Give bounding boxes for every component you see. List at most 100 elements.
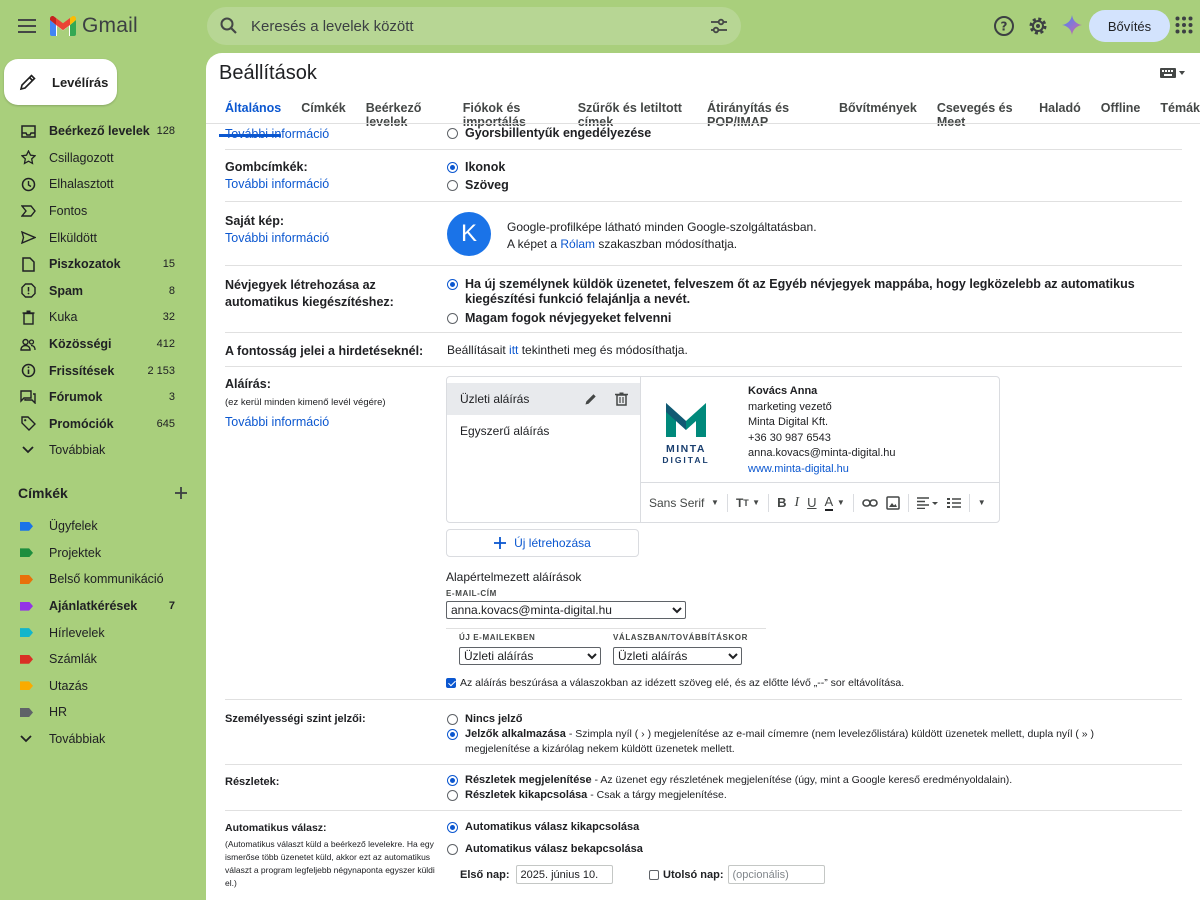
search-input[interactable] — [251, 16, 671, 36]
label-item[interactable]: Ajánlatkérések 7 — [0, 593, 200, 620]
gmail-logo[interactable]: Gmail — [50, 14, 138, 38]
sidebar-item[interactable]: Piszkozatok 15 — [0, 251, 200, 278]
insert-image-icon[interactable] — [885, 495, 900, 510]
reply-signature-select[interactable]: Üzleti aláírás — [613, 647, 742, 665]
sidebar-item[interactable]: Frissítések 2 153 — [0, 357, 200, 384]
radio[interactable] — [447, 180, 458, 191]
more-info-link[interactable]: További információ — [225, 414, 435, 431]
sidebar-item[interactable]: Elhalasztott — [0, 171, 200, 198]
radio[interactable] — [447, 313, 458, 324]
default-email-select[interactable]: anna.kovacs@minta-digital.hu — [446, 601, 686, 619]
radio[interactable] — [447, 714, 458, 725]
search-bar[interactable] — [207, 7, 741, 45]
picture-description: Google-profilképe látható minden Google-… — [507, 220, 817, 251]
avatar[interactable]: K — [447, 212, 491, 256]
sidebar-item-label: Beérkező levelek — [49, 124, 150, 139]
button-labels-label: Gombcímkék: További információ — [225, 160, 330, 191]
first-day-input[interactable] — [515, 865, 613, 884]
sidebar-item[interactable]: Kuka 32 — [0, 304, 200, 331]
vacation-on-option[interactable]: Automatikus válasz bekapcsolása — [447, 842, 643, 857]
gear-icon[interactable] — [1026, 14, 1050, 38]
text-option[interactable]: Szöveg — [447, 178, 509, 193]
checkbox-checked[interactable] — [446, 678, 456, 688]
delete-trash-icon[interactable] — [615, 392, 628, 406]
radio-selected[interactable] — [447, 729, 458, 740]
radio-selected[interactable] — [447, 822, 458, 833]
sidebar-item[interactable]: Elküldött — [0, 224, 200, 251]
unread-count: 412 — [156, 338, 175, 351]
no-indicators-option[interactable]: Nincs jelző — [447, 712, 522, 727]
radio[interactable] — [447, 844, 458, 855]
create-new-signature-button[interactable]: Új létrehozása — [446, 529, 639, 557]
signature-item-business[interactable]: Üzleti aláírás — [447, 383, 640, 415]
auto-add-contacts-option[interactable]: Ha új személynek küldök üzenetet, felves… — [447, 277, 1167, 307]
radio-selected[interactable] — [447, 162, 458, 173]
about-me-link[interactable]: Rólam — [560, 237, 595, 251]
insert-before-quote-option[interactable]: Az aláírás beszúrása a válaszokban az id… — [446, 677, 904, 689]
label-item[interactable]: Hírlevelek — [0, 619, 200, 646]
numbered-list-icon[interactable] — [946, 497, 961, 509]
sidebar-item[interactable]: Spam 8 — [0, 278, 200, 305]
show-indicators-option[interactable]: Jelzők alkalmazása - Szimpla nyíl ( › ) … — [447, 727, 1157, 757]
more-formatting-icon[interactable]: ▼ — [978, 498, 986, 507]
sidebar-item[interactable]: Közösségi 412 — [0, 331, 200, 358]
sidebar-item[interactable]: Fontos — [0, 198, 200, 225]
italic-icon[interactable]: I — [794, 495, 799, 511]
sidebar-item[interactable]: Fórumok 3 — [0, 384, 200, 411]
label-item[interactable]: Belső kommunikáció — [0, 566, 200, 593]
label-item[interactable]: Projektek — [0, 540, 200, 567]
sidebar-item[interactable]: Promóciók 645 — [0, 411, 200, 438]
signature-item-simple[interactable]: Egyszerű aláírás — [447, 415, 640, 447]
font-family-select[interactable]: Sans Serif ▼ — [649, 496, 719, 510]
radio[interactable] — [447, 128, 458, 139]
plus-icon[interactable] — [174, 486, 188, 500]
font-size-icon[interactable]: TT ▼ — [736, 496, 760, 510]
importance-here-link[interactable]: itt — [509, 343, 518, 357]
main-menu-button[interactable] — [10, 8, 46, 44]
more-info-link[interactable]: További információ — [225, 177, 329, 191]
keyboard-icon[interactable] — [1160, 67, 1186, 79]
align-icon[interactable] — [916, 496, 939, 509]
radio[interactable] — [447, 790, 458, 801]
bold-icon[interactable]: B — [777, 495, 786, 510]
label-item[interactable]: Számlák — [0, 646, 200, 673]
link-icon[interactable] — [861, 498, 878, 508]
manual-contacts-option[interactable]: Magam fogok névjegyeket felvenni — [447, 311, 671, 326]
signature-content[interactable]: MINTA DIGITAL Kovács Anna marketing veze… — [641, 377, 999, 483]
edit-pencil-icon[interactable] — [584, 392, 598, 406]
personal-indicators-label: Személyességi szint jelzői: — [225, 713, 366, 725]
show-snippets-option[interactable]: Részletek megjelenítése - Az üzenet egy … — [447, 773, 1012, 788]
google-apps-icon[interactable] — [1175, 16, 1193, 34]
underline-icon[interactable]: U — [807, 495, 816, 510]
personal-indicators-row: Személyességi szint jelzői: Nincs jelző … — [225, 700, 1182, 765]
label-name: Belső kommunikáció — [49, 572, 164, 587]
company-logo: MINTA DIGITAL — [661, 401, 711, 465]
label-item[interactable]: Utazás — [0, 673, 200, 700]
new-emails-signature-select[interactable]: Üzleti aláírás — [459, 647, 601, 665]
shortcuts-on-option[interactable]: Gyorsbillentyűk engedélyezése — [447, 126, 651, 141]
labels-more-item[interactable]: Továbbiak — [0, 726, 200, 753]
vacation-off-option[interactable]: Automatikus válasz kikapcsolása — [447, 820, 639, 835]
search-icon[interactable] — [219, 16, 239, 36]
hamburger-menu-icon — [18, 19, 36, 33]
compose-button[interactable]: Levélírás — [4, 59, 117, 105]
last-day-input[interactable] — [727, 865, 825, 884]
sidebar-item[interactable]: Csillagozott — [0, 145, 200, 172]
last-day-checkbox[interactable] — [649, 869, 659, 880]
radio-selected[interactable] — [447, 775, 458, 786]
sidebar-item[interactable]: Továbbiak — [0, 437, 200, 464]
gemini-sparkle-icon[interactable] — [1061, 14, 1083, 36]
more-info-link[interactable]: További információ — [225, 126, 329, 143]
label-item[interactable]: Ügyfelek — [0, 513, 200, 540]
text-color-icon[interactable]: A ▼ — [824, 494, 845, 511]
search-options-icon[interactable] — [709, 16, 729, 36]
signature-website-link[interactable]: www.minta-digital.hu — [748, 463, 849, 475]
sidebar-item[interactable]: Beérkező levelek 128 — [0, 118, 200, 145]
help-icon[interactable]: ? — [992, 14, 1016, 38]
icons-option[interactable]: Ikonok — [447, 160, 505, 175]
no-snippets-option[interactable]: Részletek kikapcsolása - Csak a tárgy me… — [447, 788, 727, 803]
label-item[interactable]: HR — [0, 699, 200, 726]
radio-selected[interactable] — [447, 279, 458, 290]
upgrade-button[interactable]: Bővítés — [1089, 10, 1170, 42]
more-info-link[interactable]: További információ — [225, 231, 329, 245]
